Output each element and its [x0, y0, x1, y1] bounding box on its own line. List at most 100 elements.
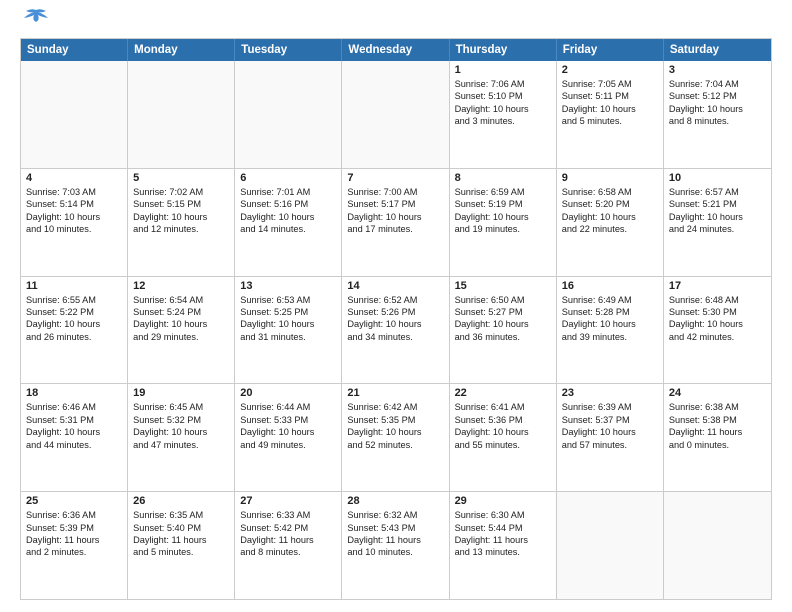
day-number: 15: [455, 280, 551, 292]
day-number: 5: [133, 172, 229, 184]
cell-info-line: and 10 minutes.: [347, 546, 443, 558]
cell-info-line: Sunrise: 6:30 AM: [455, 509, 551, 521]
cell-info-line: Sunset: 5:42 PM: [240, 522, 336, 534]
cell-info-line: and 49 minutes.: [240, 439, 336, 451]
cell-info-line: Sunset: 5:43 PM: [347, 522, 443, 534]
cell-info-line: Daylight: 10 hours: [26, 211, 122, 223]
cell-info-line: Sunrise: 7:03 AM: [26, 186, 122, 198]
day-number: 4: [26, 172, 122, 184]
day-of-week-saturday: Saturday: [664, 39, 771, 61]
cell-info-line: Sunset: 5:25 PM: [240, 306, 336, 318]
cell-info-line: Sunrise: 7:01 AM: [240, 186, 336, 198]
cell-info-line: and 22 minutes.: [562, 223, 658, 235]
calendar-cell-empty: [235, 61, 342, 168]
day-of-week-tuesday: Tuesday: [235, 39, 342, 61]
cell-info-line: and 0 minutes.: [669, 439, 766, 451]
calendar-cell-22: 22Sunrise: 6:41 AMSunset: 5:36 PMDayligh…: [450, 384, 557, 491]
cell-info-line: Daylight: 11 hours: [26, 534, 122, 546]
cell-info-line: Daylight: 10 hours: [347, 211, 443, 223]
day-number: 25: [26, 495, 122, 507]
cell-info-line: Daylight: 10 hours: [562, 426, 658, 438]
cell-info-line: and 55 minutes.: [455, 439, 551, 451]
cell-info-line: Sunrise: 6:45 AM: [133, 401, 229, 413]
calendar-cell-20: 20Sunrise: 6:44 AMSunset: 5:33 PMDayligh…: [235, 384, 342, 491]
calendar-cell-empty: [342, 61, 449, 168]
day-number: 26: [133, 495, 229, 507]
day-number: 19: [133, 387, 229, 399]
day-number: 22: [455, 387, 551, 399]
cell-info-line: Sunrise: 7:05 AM: [562, 78, 658, 90]
cell-info-line: Daylight: 10 hours: [133, 318, 229, 330]
cell-info-line: and 26 minutes.: [26, 331, 122, 343]
cell-info-line: Sunrise: 6:53 AM: [240, 294, 336, 306]
day-number: 21: [347, 387, 443, 399]
calendar-cell-8: 8Sunrise: 6:59 AMSunset: 5:19 PMDaylight…: [450, 169, 557, 276]
cell-info-line: Daylight: 11 hours: [455, 534, 551, 546]
cell-info-line: Daylight: 10 hours: [26, 426, 122, 438]
day-of-week-friday: Friday: [557, 39, 664, 61]
calendar-cell-7: 7Sunrise: 7:00 AMSunset: 5:17 PMDaylight…: [342, 169, 449, 276]
cell-info-line: Sunrise: 6:59 AM: [455, 186, 551, 198]
cell-info-line: Sunrise: 6:41 AM: [455, 401, 551, 413]
day-number: 23: [562, 387, 658, 399]
day-of-week-wednesday: Wednesday: [342, 39, 449, 61]
calendar-cell-empty: [557, 492, 664, 599]
cell-info-line: and 44 minutes.: [26, 439, 122, 451]
calendar-header: SundayMondayTuesdayWednesdayThursdayFrid…: [21, 39, 771, 61]
calendar-cell-25: 25Sunrise: 6:36 AMSunset: 5:39 PMDayligh…: [21, 492, 128, 599]
cell-info-line: Sunset: 5:16 PM: [240, 198, 336, 210]
cell-info-line: Sunset: 5:19 PM: [455, 198, 551, 210]
cell-info-line: Daylight: 10 hours: [562, 103, 658, 115]
cell-info-line: Sunset: 5:32 PM: [133, 414, 229, 426]
calendar-cell-26: 26 Sunrise: 6:35 AMSunset: 5:40 PMDayligh…: [128, 492, 235, 599]
calendar-cell-14: 14Sunrise: 6:52 AMSunset: 5:26 PMDayligh…: [342, 277, 449, 384]
cell-info-line: and 8 minutes.: [669, 115, 766, 127]
cell-info-line: Sunrise: 6:38 AM: [669, 401, 766, 413]
cell-info-line: Daylight: 11 hours: [133, 534, 229, 546]
cell-info-line: Sunrise: 6:33 AM: [240, 509, 336, 521]
cell-info-line: and 5 minutes.: [562, 115, 658, 127]
cell-info-line: Daylight: 10 hours: [455, 318, 551, 330]
calendar-cell-16: 16Sunrise: 6:49 AMSunset: 5:28 PMDayligh…: [557, 277, 664, 384]
cell-info-line: Sunset: 5:10 PM: [455, 90, 551, 102]
cell-info-line: Sunrise: 6:48 AM: [669, 294, 766, 306]
cell-info-line: and 34 minutes.: [347, 331, 443, 343]
cell-info-line: Daylight: 10 hours: [455, 103, 551, 115]
calendar-body: 1Sunrise: 7:06 AMSunset: 5:10 PMDaylight…: [21, 61, 771, 599]
cell-info-line: and 14 minutes.: [240, 223, 336, 235]
page: SundayMondayTuesdayWednesdayThursdayFrid…: [0, 0, 792, 612]
day-of-week-monday: Monday: [128, 39, 235, 61]
cell-info-line: Sunrise: 6:35 AM: [133, 509, 229, 521]
cell-info-line: Sunset: 5:28 PM: [562, 306, 658, 318]
cell-info-line: Sunset: 5:26 PM: [347, 306, 443, 318]
day-number: 11: [26, 280, 122, 292]
day-number: 1: [455, 64, 551, 76]
cell-info-line: and 10 minutes.: [26, 223, 122, 235]
cell-info-line: Sunset: 5:40 PM: [133, 522, 229, 534]
cell-info-line: Daylight: 10 hours: [669, 103, 766, 115]
cell-info-line: Sunset: 5:35 PM: [347, 414, 443, 426]
calendar-cell-empty: [21, 61, 128, 168]
cell-info-line: Daylight: 11 hours: [240, 534, 336, 546]
cell-info-line: Sunset: 5:11 PM: [562, 90, 658, 102]
calendar-cell-18: 18Sunrise: 6:46 AMSunset: 5:31 PMDayligh…: [21, 384, 128, 491]
cell-info-line: Sunrise: 6:52 AM: [347, 294, 443, 306]
day-number: 14: [347, 280, 443, 292]
calendar-cell-4: 4Sunrise: 7:03 AMSunset: 5:14 PMDaylight…: [21, 169, 128, 276]
cell-info-line: Daylight: 10 hours: [240, 318, 336, 330]
calendar-cell-15: 15Sunrise: 6:50 AMSunset: 5:27 PMDayligh…: [450, 277, 557, 384]
calendar: SundayMondayTuesdayWednesdayThursdayFrid…: [20, 38, 772, 600]
calendar-cell-12: 12Sunrise: 6:54 AMSunset: 5:24 PMDayligh…: [128, 277, 235, 384]
cell-info-line: Sunrise: 6:42 AM: [347, 401, 443, 413]
calendar-cell-29: 29Sunrise: 6:30 AMSunset: 5:44 PMDayligh…: [450, 492, 557, 599]
day-of-week-sunday: Sunday: [21, 39, 128, 61]
calendar-cell-3: 3Sunrise: 7:04 AMSunset: 5:12 PMDaylight…: [664, 61, 771, 168]
logo-bird-icon: [22, 8, 50, 28]
calendar-cell-17: 17Sunrise: 6:48 AMSunset: 5:30 PMDayligh…: [664, 277, 771, 384]
calendar-cell-27: 27 Sunrise: 6:33 AMSunset: 5:42 PMDayligh…: [235, 492, 342, 599]
day-number: 18: [26, 387, 122, 399]
cell-info-line: Daylight: 10 hours: [240, 426, 336, 438]
day-number: 10: [669, 172, 766, 184]
cell-info-line: Sunset: 5:24 PM: [133, 306, 229, 318]
day-number: 27: [240, 495, 336, 507]
